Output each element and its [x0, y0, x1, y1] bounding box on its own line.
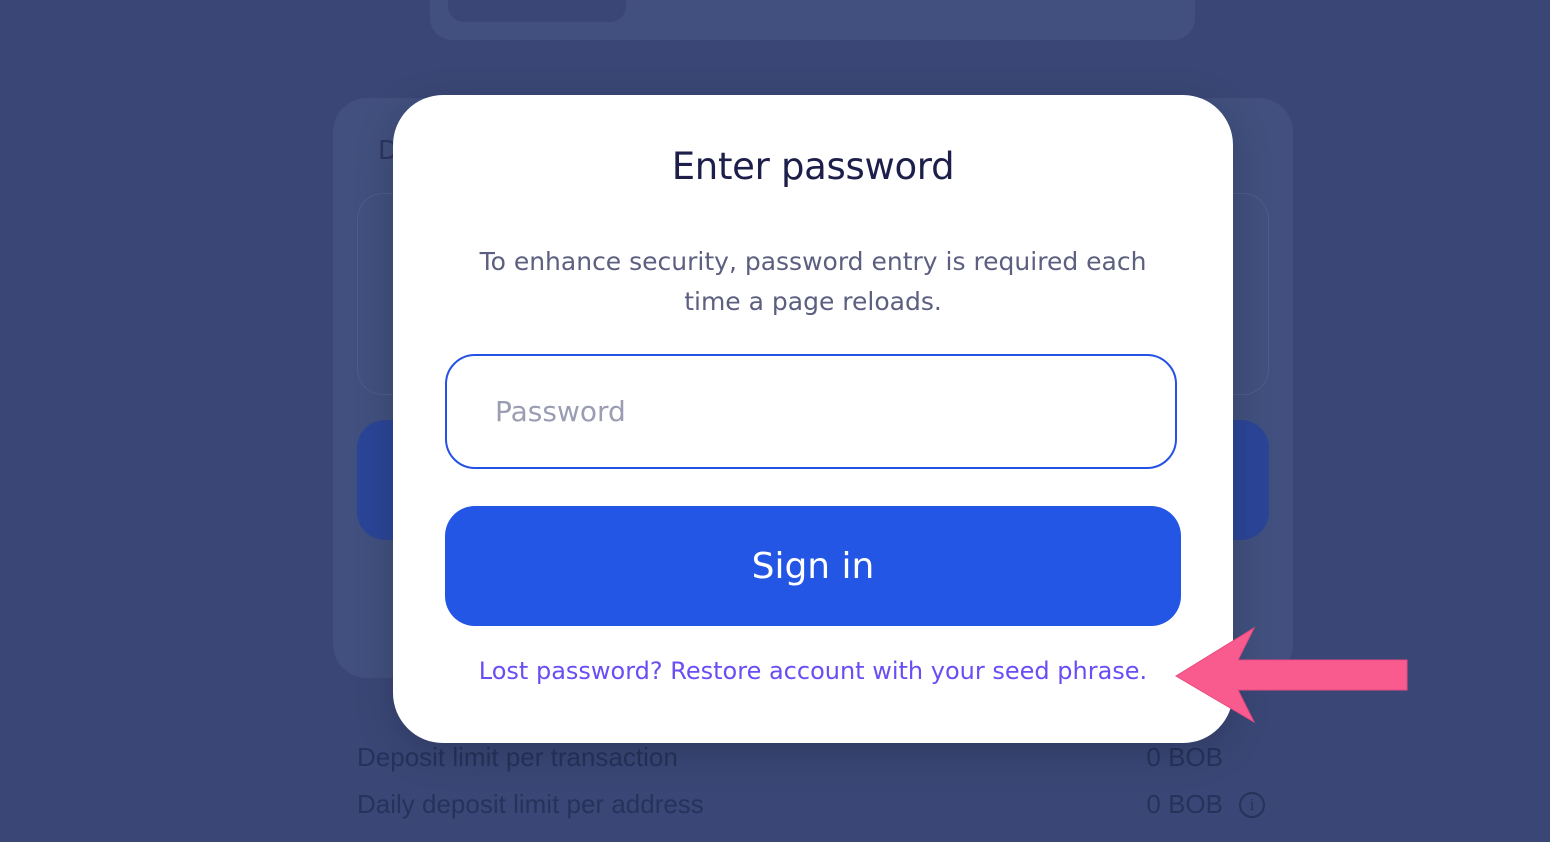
password-input[interactable] [445, 354, 1177, 469]
sign-in-button[interactable]: Sign in [445, 506, 1181, 626]
password-modal: Enter password To enhance security, pass… [393, 95, 1233, 743]
modal-title: Enter password [671, 145, 955, 188]
chevron-down-icon: ∨ [1140, 0, 1150, 2]
arrow-left-icon [1175, 626, 1408, 724]
limit-row: Daily deposit limit per address 0 BOB i [357, 789, 1267, 836]
limit-row: Deposit limit per transaction 0 BOB [357, 742, 1267, 789]
background-limits: Deposit limit per transaction 0 BOB Dail… [357, 742, 1267, 836]
modal-description: To enhance security, password entry is r… [479, 247, 1147, 316]
background-pill [448, 0, 626, 22]
background-top-card: ∨ [430, 0, 1195, 40]
limit-label: Daily deposit limit per address [357, 789, 704, 819]
limit-label: Deposit limit per transaction [357, 742, 678, 772]
limit-value: 0 BOB [1146, 742, 1223, 772]
restore-account-link[interactable]: Lost password? Restore account with your… [393, 657, 1233, 685]
limit-value: 0 BOB [1146, 789, 1223, 819]
info-icon: i [1239, 792, 1265, 818]
